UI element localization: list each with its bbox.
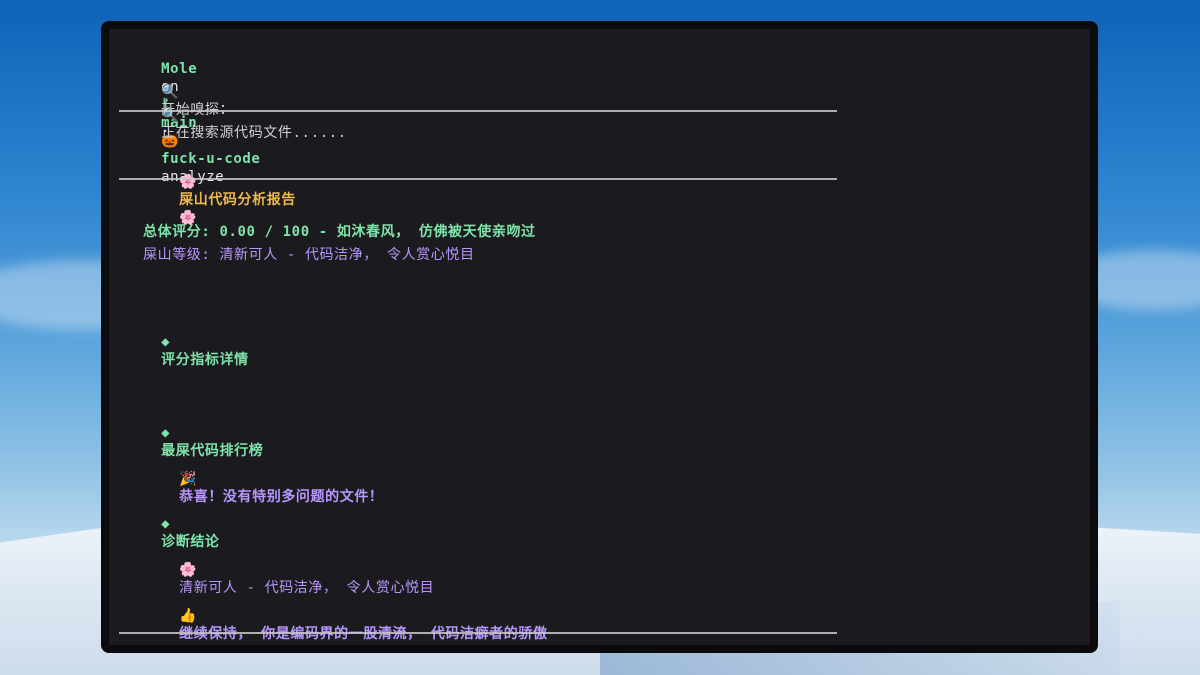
terminal-window[interactable]: Mole on ᚠ main 🎃 fuck-u-code analyze 🔍 开… [101,21,1098,653]
metrics-title-text: 评分指标详情 [161,352,249,368]
diagnosis-advice: 继续保持， 你是编码界的一股清流， 代码洁癖者的骄傲 [179,626,548,642]
search-icon: 🔍 [161,107,180,123]
blossom-icon: 🌸 [179,562,198,578]
blossom-icon: 🌸 [179,174,198,190]
score-line: 总体评分: 0.00 / 100 - 如沐春风， 仿佛被天使亲吻过 [143,224,536,240]
divider-bottom [119,632,837,634]
searching-line: 🔍 正在搜索源代码文件...... [125,88,347,160]
diamond-bullet-icon: ◆ [161,425,171,441]
party-popper-icon: 🎉 [179,471,198,487]
diamond-bullet-icon: ◆ [161,334,171,350]
report-title: 屎山代码分析报告 [179,192,296,208]
diagnosis-advice-line: 👍 继续保持， 你是编码界的一股清流， 代码洁癖者的骄傲 [143,589,548,645]
metrics-section-title: ◆ 评分指标详情 [125,315,249,387]
diamond-bullet-icon: ◆ [161,516,171,532]
searching-text: 正在搜索源代码文件...... [161,125,347,141]
divider-title [119,178,837,180]
level-line: 屎山等级: 清新可人 - 代码洁净， 令人赏心悦目 [143,247,475,263]
thumbs-up-icon: 👍 [179,608,198,624]
divider-top [119,110,837,112]
